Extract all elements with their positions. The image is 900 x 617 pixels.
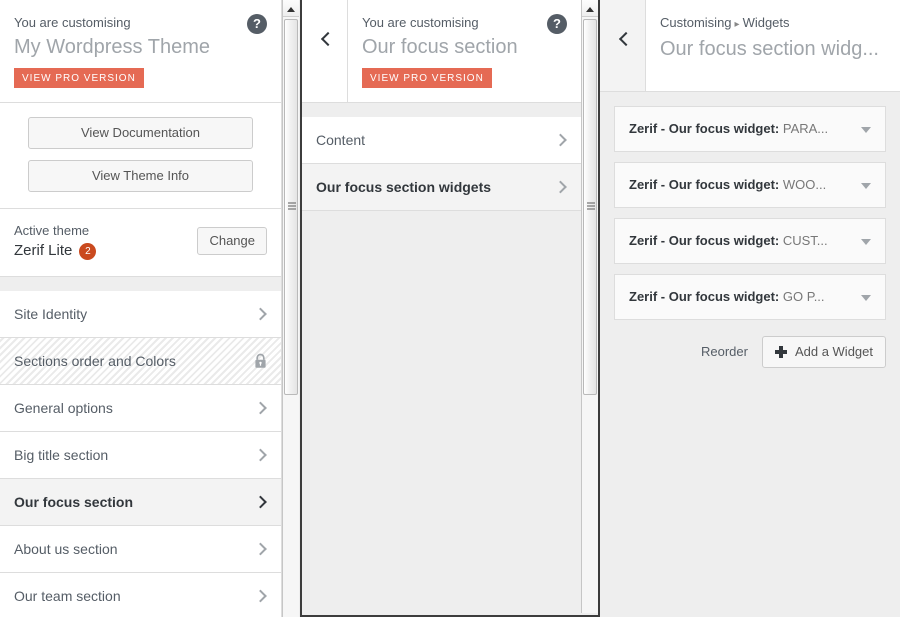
chevron-right-icon xyxy=(254,543,267,556)
subsection-item-label: Our focus section widgets xyxy=(316,179,491,195)
breadcrumb-parent[interactable]: Customising xyxy=(660,15,732,30)
sidebar-item-label: Our team section xyxy=(14,588,121,604)
widget-name: Zerif - Our focus widget: xyxy=(629,121,779,136)
sidebar-item-general-options[interactable]: General options xyxy=(0,385,281,432)
chevron-right-icon xyxy=(254,590,267,603)
theme-update-badge: 2 xyxy=(79,243,96,260)
section-header-title: Our focus section xyxy=(362,34,541,60)
add-widget-label: Add a Widget xyxy=(795,343,873,361)
widgets-back-button[interactable] xyxy=(600,0,646,91)
scroll-grip-icon xyxy=(587,203,595,212)
section-subsection-list: Content Our focus section widgets xyxy=(302,117,581,211)
lock-icon xyxy=(254,354,267,369)
root-section-list: Site Identity Sections order and Colors … xyxy=(0,291,281,617)
theme-info-buttons: View Documentation View Theme Info xyxy=(0,103,281,209)
widget-title: WOO... xyxy=(783,177,826,192)
change-theme-button[interactable]: Change xyxy=(197,227,267,255)
sidebar-item-our-focus-section[interactable]: Our focus section xyxy=(0,479,281,526)
root-header: You are customising My Wordpress Theme ?… xyxy=(0,0,281,103)
active-theme-block: Active theme Zerif Lite 2 Change xyxy=(0,209,281,277)
widget-name: Zerif - Our focus widget: xyxy=(629,289,779,304)
root-list-gap xyxy=(0,277,281,291)
breadcrumb-separator-icon: ▸ xyxy=(732,19,743,30)
sidebar-item-label: Sections order and Colors xyxy=(14,353,176,369)
widget-name: Zerif - Our focus widget: xyxy=(629,233,779,248)
widget-list: Zerif - Our focus widget: PARA... Zerif … xyxy=(600,92,900,320)
sidebar-item-sections-order-and-colors[interactable]: Sections order and Colors xyxy=(0,338,281,385)
caret-down-icon[interactable] xyxy=(861,239,871,245)
widgets-panel-header: Customising▸Widgets Our focus section wi… xyxy=(600,0,900,92)
chevron-left-icon xyxy=(320,32,334,46)
scrollbar-thumb[interactable] xyxy=(583,19,597,395)
reorder-button[interactable]: Reorder xyxy=(701,343,748,361)
view-pro-version-button[interactable]: VIEW PRO VERSION xyxy=(14,68,144,88)
add-widget-button[interactable]: Add a Widget xyxy=(762,336,886,368)
chevron-left-icon xyxy=(618,32,632,46)
sidebar-item-label: General options xyxy=(14,400,113,416)
active-theme-name: Zerif Lite xyxy=(14,240,72,262)
widgets-panel-title: Our focus section widg... xyxy=(660,36,886,62)
section-back-button[interactable] xyxy=(302,0,348,102)
sidebar-item-site-identity[interactable]: Site Identity xyxy=(0,291,281,338)
subsection-item-our-focus-section-widgets[interactable]: Our focus section widgets xyxy=(302,164,581,211)
scroll-grip-icon xyxy=(288,203,296,212)
widget-title: PARA... xyxy=(783,121,828,136)
help-circle-icon[interactable]: ? xyxy=(247,14,267,34)
widget-item-go-p[interactable]: Zerif - Our focus widget: GO P... xyxy=(614,274,886,320)
caret-down-icon[interactable] xyxy=(861,183,871,189)
help-circle-icon[interactable]: ? xyxy=(547,14,567,34)
caret-down-icon[interactable] xyxy=(861,295,871,301)
widgets-header-body: Customising▸Widgets Our focus section wi… xyxy=(646,0,900,91)
root-header-subtitle: You are customising xyxy=(14,14,235,31)
sidebar-item-big-title-section[interactable]: Big title section xyxy=(0,432,281,479)
section-list-gap xyxy=(302,103,581,117)
chevron-right-icon xyxy=(254,402,267,415)
sidebar-item-label: Our focus section xyxy=(14,494,133,510)
section-panel-header: You are customising Our focus section ? … xyxy=(302,0,581,103)
view-pro-version-button[interactable]: VIEW PRO VERSION xyxy=(362,68,492,88)
root-panel-content: You are customising My Wordpress Theme ?… xyxy=(0,0,282,617)
chevron-right-icon xyxy=(554,181,567,194)
breadcrumb-current: Widgets xyxy=(743,15,790,30)
widget-item-cust[interactable]: Zerif - Our focus widget: CUST... xyxy=(614,218,886,264)
view-theme-info-button[interactable]: View Theme Info xyxy=(28,160,253,192)
chevron-right-icon xyxy=(254,308,267,321)
chevron-right-icon xyxy=(254,496,267,509)
chevron-right-icon xyxy=(554,134,567,147)
view-documentation-button[interactable]: View Documentation xyxy=(28,117,253,149)
widget-actions: Reorder Add a Widget xyxy=(600,330,900,368)
section-header-body: You are customising Our focus section ? … xyxy=(348,0,581,102)
caret-down-icon[interactable] xyxy=(861,127,871,133)
section-header-subtitle: You are customising xyxy=(362,14,541,31)
widgets-panel: Customising▸Widgets Our focus section wi… xyxy=(600,0,900,617)
sidebar-item-label: About us section xyxy=(14,541,118,557)
widget-name: Zerif - Our focus widget: xyxy=(629,177,779,192)
widget-item-woo[interactable]: Zerif - Our focus widget: WOO... xyxy=(614,162,886,208)
breadcrumb: Customising▸Widgets xyxy=(660,14,886,33)
our-focus-section-panel: You are customising Our focus section ? … xyxy=(300,0,600,617)
root-header-title: My Wordpress Theme xyxy=(14,34,235,60)
sidebar-item-about-us-section[interactable]: About us section xyxy=(0,526,281,573)
customizer-root-panel: You are customising My Wordpress Theme ?… xyxy=(0,0,300,617)
scroll-up-arrow-icon[interactable] xyxy=(582,0,598,17)
section-panel-scrollbar[interactable] xyxy=(581,0,598,613)
chevron-right-icon xyxy=(254,449,267,462)
scroll-up-arrow-icon[interactable] xyxy=(283,0,299,17)
sidebar-item-our-team-section[interactable]: Our team section xyxy=(0,573,281,617)
subsection-item-label: Content xyxy=(316,132,365,148)
plus-icon xyxy=(775,346,787,358)
widget-title: GO P... xyxy=(783,289,825,304)
sidebar-item-label: Site Identity xyxy=(14,306,87,322)
widget-item-para[interactable]: Zerif - Our focus widget: PARA... xyxy=(614,106,886,152)
root-panel-scrollbar[interactable] xyxy=(282,0,299,617)
subsection-item-content[interactable]: Content xyxy=(302,117,581,164)
section-panel-content: You are customising Our focus section ? … xyxy=(302,0,581,613)
widget-title: CUST... xyxy=(783,233,828,248)
sidebar-item-label: Big title section xyxy=(14,447,108,463)
customizer-screen: You are customising My Wordpress Theme ?… xyxy=(0,0,900,617)
scrollbar-thumb[interactable] xyxy=(284,19,298,395)
